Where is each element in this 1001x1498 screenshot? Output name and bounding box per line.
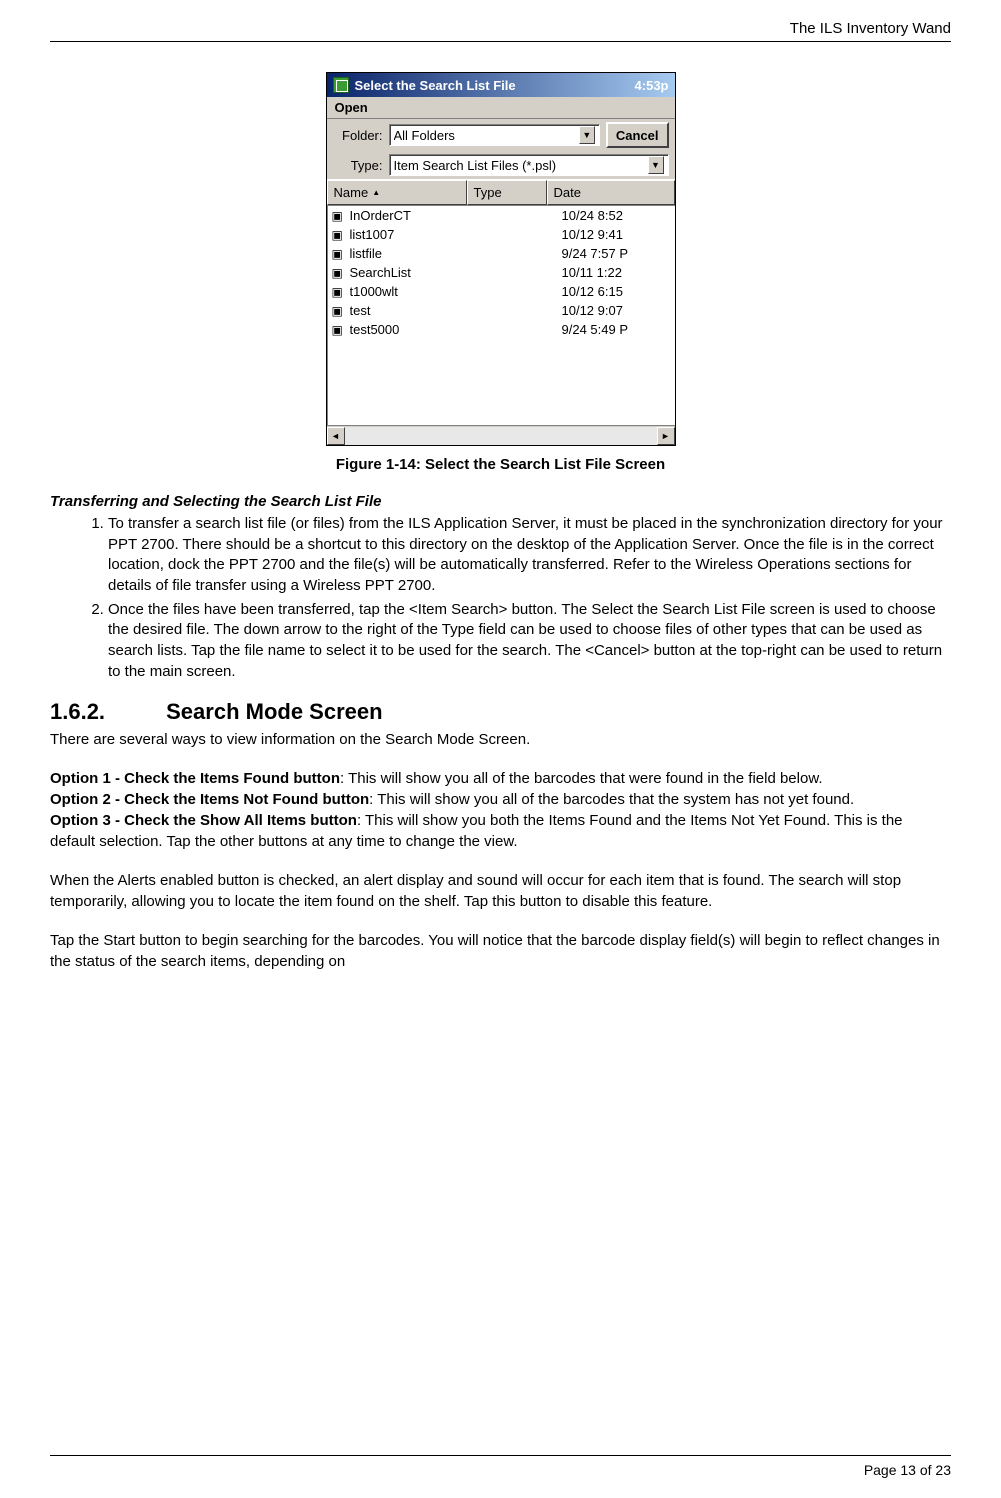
col-date[interactable]: Date — [547, 180, 675, 205]
menu-open[interactable]: Open — [335, 100, 368, 115]
file-icon: ▣ — [332, 228, 350, 242]
page-header: The ILS Inventory Wand — [50, 20, 951, 42]
scroll-left-icon[interactable]: ◄ — [327, 427, 345, 445]
scroll-right-icon[interactable]: ► — [657, 427, 675, 445]
list-item[interactable]: ▣list100710/12 9:41 — [328, 225, 675, 244]
section-title: Search Mode Screen — [166, 699, 382, 724]
file-icon: ▣ — [332, 209, 350, 223]
option-2: Option 2 - Check the Items Not Found but… — [50, 789, 951, 810]
col-name[interactable]: Name — [327, 180, 467, 205]
page-number: Page 13 of 23 — [864, 1462, 951, 1478]
section-number: 1.6.2. — [50, 699, 160, 725]
title-bar: Select the Search List File 4:53p — [327, 73, 675, 97]
file-icon: ▣ — [332, 285, 350, 299]
list-item[interactable]: ▣InOrderCT10/24 8:52 — [328, 206, 675, 225]
section-intro: There are several ways to view informati… — [50, 729, 951, 750]
chevron-down-icon: ▼ — [579, 126, 595, 144]
alerts-paragraph: When the Alerts enabled button is checke… — [50, 870, 951, 912]
menu-bar: Open — [327, 97, 675, 119]
folder-select[interactable]: All Folders ▼ — [389, 124, 600, 146]
option-1: Option 1 - Check the Items Found button:… — [50, 768, 951, 789]
transfer-heading: Transferring and Selecting the Search Li… — [50, 493, 951, 510]
clock-label: 4:53p — [635, 78, 669, 93]
section-heading: 1.6.2. Search Mode Screen — [50, 699, 951, 725]
step-item: Once the files have been transferred, ta… — [108, 600, 951, 683]
list-item[interactable]: ▣listfile9/24 7:57 P — [328, 244, 675, 263]
list-item[interactable]: ▣test10/12 9:07 — [328, 301, 675, 320]
column-headers: Name Type Date — [327, 179, 675, 205]
type-label: Type: — [333, 158, 383, 173]
transfer-steps: To transfer a search list file (or files… — [50, 514, 951, 683]
col-type[interactable]: Type — [467, 180, 547, 205]
figure-caption: Figure 1-14: Select the Search List File… — [336, 456, 665, 473]
horizontal-scrollbar[interactable]: ◄ ► — [327, 425, 675, 445]
type-select[interactable]: Item Search List Files (*.psl) ▼ — [389, 154, 669, 176]
list-item[interactable]: ▣SearchList10/11 1:22 — [328, 263, 675, 282]
list-item[interactable]: ▣test50009/24 5:49 P — [328, 320, 675, 339]
list-item[interactable]: ▣t1000wlt10/12 6:15 — [328, 282, 675, 301]
option-3: Option 3 - Check the Show All Items butt… — [50, 810, 951, 852]
type-value: Item Search List Files (*.psl) — [394, 158, 648, 173]
dialog-window: Select the Search List File 4:53p Open F… — [326, 72, 676, 446]
file-icon: ▣ — [332, 304, 350, 318]
file-list: ▣InOrderCT10/24 8:52 ▣list100710/12 9:41… — [327, 205, 675, 425]
folder-value: All Folders — [394, 128, 579, 143]
window-title: Select the Search List File — [355, 78, 635, 93]
folder-label: Folder: — [333, 128, 383, 143]
app-icon — [333, 77, 349, 93]
start-paragraph: Tap the Start button to begin searching … — [50, 930, 951, 972]
file-icon: ▣ — [332, 266, 350, 280]
cancel-button[interactable]: Cancel — [606, 122, 669, 148]
chevron-down-icon: ▼ — [648, 156, 664, 174]
file-icon: ▣ — [332, 323, 350, 337]
header-title: The ILS Inventory Wand — [790, 20, 951, 37]
page-footer: Page 13 of 23 — [50, 1455, 951, 1478]
scroll-track[interactable] — [345, 427, 657, 445]
step-item: To transfer a search list file (or files… — [108, 514, 951, 597]
file-icon: ▣ — [332, 247, 350, 261]
